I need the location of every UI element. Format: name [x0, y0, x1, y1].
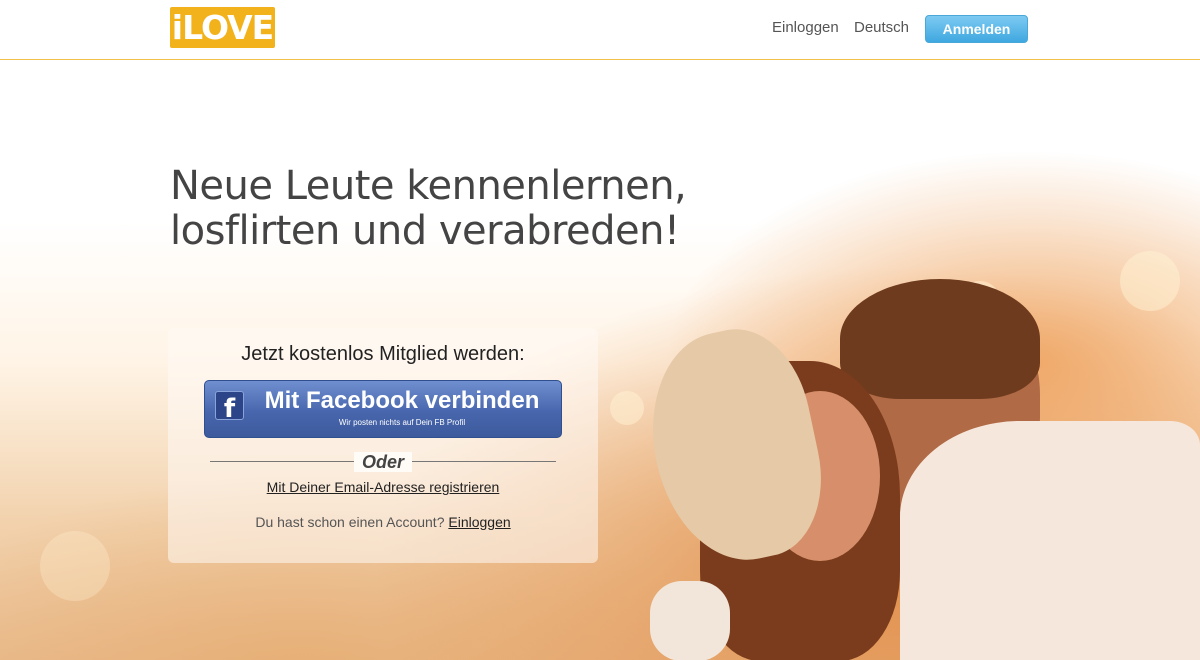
language-selector[interactable]: Deutsch: [854, 19, 909, 36]
ilove-logo[interactable]: iLOVE: [170, 7, 275, 48]
bokeh-light: [610, 391, 644, 425]
facebook-connect-button[interactable]: f Mit Facebook verbinden Wir posten nich…: [204, 380, 562, 438]
bokeh-light: [40, 531, 110, 601]
page-headline: Neue Leute kennenlernen, losflirten und …: [170, 164, 770, 254]
man-shirt: [900, 421, 1200, 660]
site-header: iLOVE Einloggen Deutsch Anmelden: [0, 0, 1200, 60]
panel-login-link[interactable]: Einloggen: [448, 514, 510, 530]
bokeh-light: [1120, 251, 1180, 311]
headline-line-2: losflirten und verabreden!: [170, 208, 680, 254]
signup-title: Jetzt kostenlos Mitglied werden:: [241, 343, 525, 365]
signup-panel: Jetzt kostenlos Mitglied werden: f Mit F…: [168, 328, 598, 563]
nav-login-link[interactable]: Einloggen: [772, 19, 839, 36]
or-label: Oder: [361, 452, 404, 472]
man-hair: [840, 279, 1040, 399]
facebook-button-subtext: Wir posten nichts auf Dein FB Profil: [338, 418, 466, 427]
headline-line-1: Neue Leute kennenlernen,: [170, 163, 687, 209]
facebook-icon: f: [215, 391, 244, 424]
woman-shoulder: [650, 581, 730, 660]
facebook-button-label: Mit Facebook verbinden: [264, 387, 540, 414]
email-register-link[interactable]: Mit Deiner Email-Adresse registrieren: [168, 479, 598, 495]
signup-button[interactable]: Anmelden: [925, 15, 1028, 43]
account-prompt: Du hast schon einen Account?: [255, 514, 445, 530]
existing-account-line: Du hast schon einen Account? Einloggen: [168, 514, 598, 530]
